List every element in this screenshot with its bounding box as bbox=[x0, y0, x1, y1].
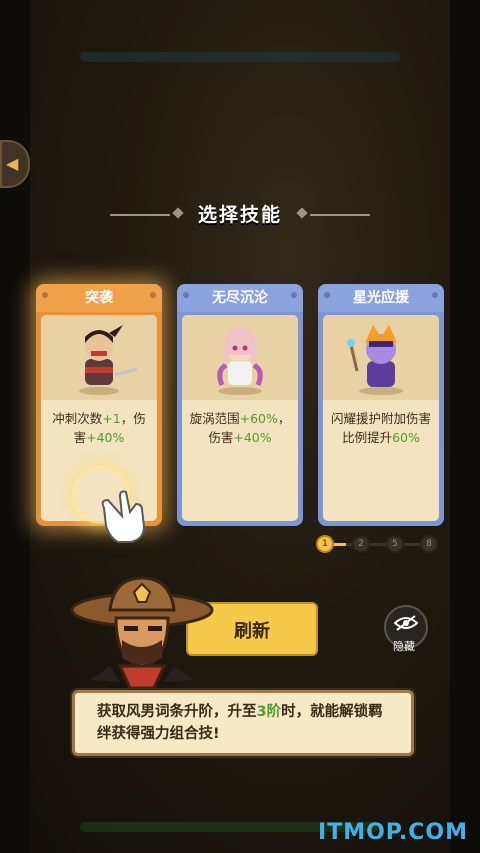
diamond-icon bbox=[296, 207, 308, 219]
desc-value: +1 bbox=[102, 411, 121, 426]
progress-node: 1 bbox=[316, 535, 334, 553]
pointing-hand-icon bbox=[101, 490, 146, 543]
desc-value: +40% bbox=[86, 430, 125, 445]
skill-card-title: 星光应援 bbox=[318, 284, 444, 312]
skill-portrait bbox=[182, 315, 298, 400]
chevron-icon: ◀ bbox=[6, 154, 19, 173]
skill-description: 冲刺次数+1，伤害+40% bbox=[47, 409, 151, 447]
corner-dot bbox=[432, 292, 438, 298]
hide-label: 隐藏 bbox=[393, 640, 415, 653]
desc-value: 60% bbox=[392, 430, 420, 445]
progress-node: 2 bbox=[352, 535, 370, 553]
diamond-icon bbox=[172, 207, 184, 219]
progress-node: 8 bbox=[420, 535, 438, 553]
watermark: ITMOP.COM bbox=[318, 820, 468, 845]
skill-card-body: 旋涡范围+60%，伤害+40% bbox=[182, 315, 298, 521]
ninja-character-icon bbox=[79, 325, 138, 395]
corner-dot bbox=[183, 292, 189, 298]
skill-card-body: 闪耀援护附加伤害比例提升60% bbox=[323, 315, 439, 521]
desc-text: 冲刺次数 bbox=[52, 411, 103, 426]
hint-highlight: 3阶 bbox=[256, 704, 282, 720]
tentacle-girl-character-icon bbox=[217, 327, 263, 395]
eye-slash-icon bbox=[394, 615, 418, 631]
desc-value: +60% bbox=[239, 411, 278, 426]
corner-dot bbox=[150, 292, 156, 298]
divider-left bbox=[110, 214, 170, 216]
hint-dialog: 获取风男词条升阶，升至3阶时，就能解锁羁绊获得强力组合技! bbox=[72, 690, 414, 756]
skill-card-3[interactable]: 星光应援 闪耀援护附加伤害比例提升60% bbox=[318, 284, 444, 526]
combo-progress: 1 2 5 8 bbox=[316, 535, 440, 553]
hint-text-part: 获取风男词条升阶，升至 bbox=[97, 704, 257, 720]
star-mage-character-icon bbox=[347, 325, 403, 395]
skill-portrait bbox=[41, 315, 157, 400]
desc-value: +40% bbox=[233, 430, 272, 445]
skill-description: 旋涡范围+60%，伤害+40% bbox=[188, 409, 292, 447]
skill-card-title: 无尽沉沦 bbox=[177, 284, 303, 312]
page-title: 选择技能 bbox=[197, 204, 282, 226]
hint-text: 获取风男词条升阶，升至3阶时，就能解锁羁绊获得强力组合技! bbox=[97, 701, 397, 745]
corner-dot bbox=[291, 292, 297, 298]
corner-dot bbox=[324, 292, 330, 298]
cowboy-hero-icon bbox=[70, 576, 214, 690]
progress-node: 5 bbox=[386, 535, 404, 553]
skill-card-2[interactable]: 无尽沉沦 旋涡范围+60%，伤害+40% bbox=[177, 284, 303, 526]
corner-dot bbox=[42, 292, 48, 298]
desc-text: 旋涡范围 bbox=[189, 411, 240, 426]
dialog-title-row: 选择技能 bbox=[110, 200, 370, 230]
skill-portrait bbox=[323, 315, 439, 400]
skill-card-title: 突袭 bbox=[36, 284, 162, 312]
skill-description: 闪耀援护附加伤害比例提升60% bbox=[329, 409, 433, 447]
divider-right bbox=[310, 214, 370, 216]
